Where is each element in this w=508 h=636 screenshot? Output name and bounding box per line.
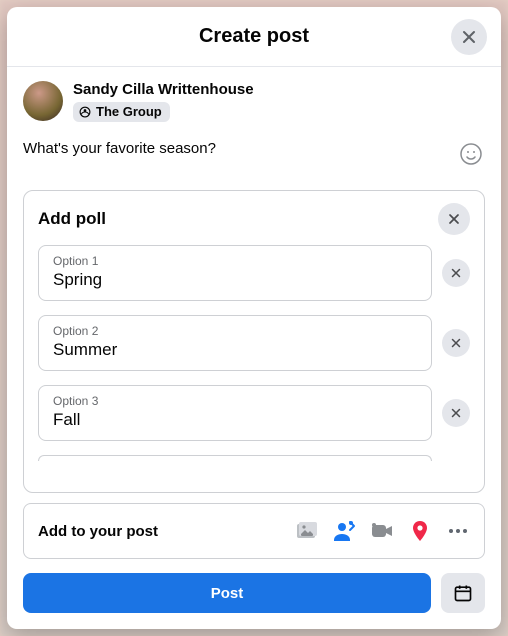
poll-option-row: Option 3 Fall	[38, 385, 470, 441]
modal-header: Create post	[7, 7, 501, 67]
more-options-button[interactable]	[446, 519, 470, 543]
poll-option-input[interactable]: Option 2 Summer	[38, 315, 432, 371]
group-icon	[79, 106, 91, 118]
more-icon	[446, 519, 470, 543]
poll-option-input[interactable]: Option 3 Fall	[38, 385, 432, 441]
author-row: Sandy Cilla Writtenhouse The Group	[7, 67, 501, 132]
poll-option-value[interactable]: Fall	[53, 410, 417, 430]
audience-label: The Group	[96, 104, 162, 119]
calendar-icon	[453, 583, 473, 603]
poll-option-label: Option 1	[53, 254, 417, 268]
poll-card: Add poll Option 1 Spring Option 2 Summer	[23, 190, 485, 493]
close-icon	[449, 336, 463, 350]
poll-option-next[interactable]	[38, 455, 432, 461]
poll-title: Add poll	[38, 209, 106, 229]
close-icon	[449, 406, 463, 420]
close-icon	[449, 266, 463, 280]
poll-option-row: Option 2 Summer	[38, 315, 470, 371]
author-name: Sandy Cilla Writtenhouse	[73, 81, 254, 98]
post-button[interactable]: Post	[23, 573, 431, 613]
close-icon	[446, 211, 462, 227]
audience-selector[interactable]: The Group	[73, 102, 170, 122]
footer: Post	[7, 559, 501, 629]
modal-title: Create post	[199, 25, 309, 48]
poll-option-label: Option 2	[53, 324, 417, 338]
poll-option-remove-button[interactable]	[442, 329, 470, 357]
poll-option-value[interactable]: Spring	[53, 270, 417, 290]
create-post-modal: Create post Sandy Cilla Writtenhouse The…	[7, 7, 501, 629]
schedule-button[interactable]	[441, 573, 485, 613]
tag-people-button[interactable]	[332, 519, 356, 543]
emoji-icon	[459, 142, 483, 166]
poll-option-input[interactable]: Option 1 Spring	[38, 245, 432, 301]
poll-remove-button[interactable]	[438, 203, 470, 235]
photo-icon	[294, 519, 318, 543]
live-video-button[interactable]	[370, 519, 394, 543]
poll-option-remove-button[interactable]	[442, 259, 470, 287]
add-to-post-label: Add to your post	[38, 523, 158, 540]
close-icon	[459, 27, 479, 47]
avatar	[23, 81, 63, 121]
poll-option-remove-button[interactable]	[442, 399, 470, 427]
emoji-button[interactable]	[457, 140, 485, 168]
location-button[interactable]	[408, 519, 432, 543]
poll-option-value[interactable]: Summer	[53, 340, 417, 360]
poll-option-label: Option 3	[53, 394, 417, 408]
add-photo-button[interactable]	[294, 519, 318, 543]
composer-text[interactable]: What's your favorite season?	[23, 140, 457, 157]
composer-area[interactable]: What's your favorite season?	[7, 132, 501, 172]
close-button[interactable]	[451, 19, 487, 55]
location-icon	[408, 519, 432, 543]
video-icon	[370, 519, 394, 543]
poll-option-row: Option 1 Spring	[38, 245, 470, 301]
add-to-post-bar: Add to your post	[23, 503, 485, 559]
tag-people-icon	[332, 519, 356, 543]
